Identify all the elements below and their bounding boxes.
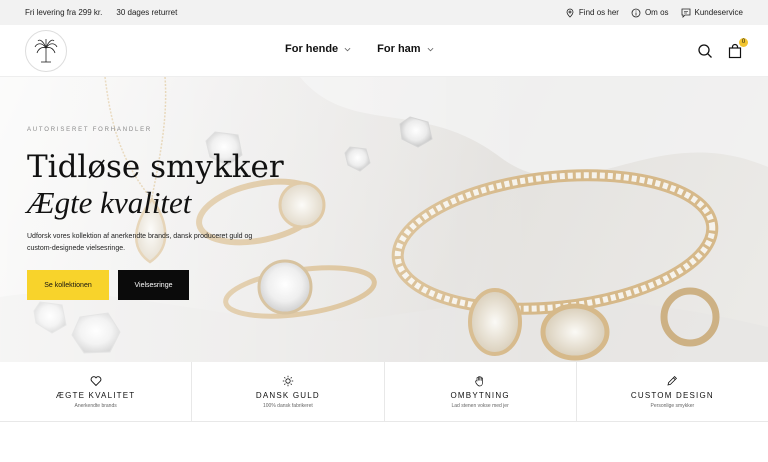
feature-danish-gold-subtitle: 100% dansk fabrikeret	[262, 402, 313, 409]
feature-custom-design-subtitle: Personlige smykker	[650, 402, 695, 409]
cart-count-badge: 0	[739, 37, 748, 47]
cart-button[interactable]: 0	[727, 37, 748, 59]
feature-danish-gold-title: DANSK GULD	[255, 390, 320, 400]
topbar-promos: Fri levering fra 299 kr. 30 dages returr…	[25, 8, 177, 17]
nav-for-her[interactable]: For hende	[285, 43, 351, 55]
free-delivery-text: Fri levering fra 299 kr.	[25, 8, 103, 17]
hero-title-line2: Ægte kvalitet	[27, 185, 192, 220]
hero-eyebrow: AUTORISERET FORHANDLER	[27, 127, 153, 133]
wedding-rings-button[interactable]: Vielsesringe	[118, 270, 189, 300]
pen-icon	[667, 375, 678, 386]
about-us-link[interactable]: Om os	[631, 8, 669, 18]
main-header: For hende For ham 0	[0, 25, 768, 77]
feature-custom-design: CUSTOM DESIGN Personlige smykker	[576, 362, 768, 422]
customer-service-label: Kundeservice	[694, 8, 743, 17]
sun-icon	[282, 375, 294, 386]
heart-icon	[90, 375, 101, 386]
chat-icon	[681, 8, 690, 18]
search-icon	[698, 43, 712, 58]
hero-description: Udforsk vores kollektion af anerkendte b…	[27, 233, 253, 252]
site-logo[interactable]	[25, 29, 67, 72]
return-policy-text: 30 dages returret	[116, 8, 178, 17]
feature-danish-gold: DANSK GULD 100% dansk fabrikeret	[192, 362, 385, 422]
feature-exchange-subtitle: Lad stenen vokse med jer	[451, 402, 509, 409]
customer-service-link[interactable]: Kundeservice	[681, 8, 743, 18]
hand-icon	[475, 375, 484, 386]
chevron-down-icon	[427, 47, 433, 51]
about-us-label: Om os	[644, 8, 669, 17]
palm-tree-logo-icon	[34, 38, 58, 62]
feature-exchange-title: OMBYTNING	[450, 390, 510, 400]
topbar-links: Find os her Om os Kundeservice	[565, 8, 743, 18]
nav-for-him-label: For ham	[377, 43, 421, 55]
feature-quality-title: ÆGTE KVALITET	[55, 390, 136, 400]
header-actions: 0	[697, 37, 748, 59]
find-us-link[interactable]: Find os her	[565, 8, 619, 18]
feature-quality-subtitle: Anerkendte brands	[74, 402, 117, 409]
hero-banner: AUTORISERET FORHANDLER Tidløse smykker Æ…	[0, 77, 768, 362]
top-announcement-bar: Fri levering fra 299 kr. 30 dages returr…	[0, 0, 768, 25]
hero-content: AUTORISERET FORHANDLER Tidløse smykker Æ…	[27, 127, 327, 300]
hero-title-line1: Tidløse smykker	[27, 149, 284, 185]
find-us-label: Find os her	[578, 8, 619, 17]
location-pin-icon	[566, 8, 574, 18]
see-collection-button[interactable]: Se kollektionen	[27, 270, 109, 300]
info-icon	[631, 8, 641, 17]
feature-custom-design-title: CUSTOM DESIGN	[630, 390, 714, 400]
nav-for-him[interactable]: For ham	[377, 43, 433, 55]
chevron-down-icon	[344, 47, 351, 51]
feature-quality: ÆGTE KVALITET Anerkendte brands	[0, 362, 193, 422]
main-nav: For hende For ham	[285, 43, 434, 55]
feature-strip: ÆGTE KVALITET Anerkendte brands DANSK GU…	[0, 362, 768, 422]
feature-exchange: OMBYTNING Lad stenen vokse med jer	[384, 362, 577, 422]
search-button[interactable]	[697, 43, 713, 59]
nav-for-her-label: For hende	[285, 43, 339, 55]
hero-buttons: Se kollektionen Vielsesringe	[27, 270, 327, 300]
